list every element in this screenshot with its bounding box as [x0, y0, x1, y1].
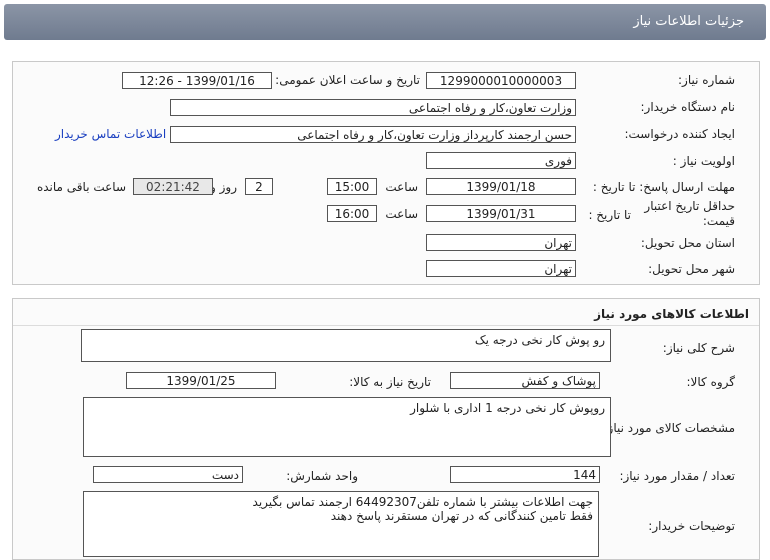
province-field[interactable]: تهران — [426, 234, 576, 251]
summary-field[interactable]: رو پوش کار نخی درجه یک — [81, 329, 611, 362]
announce-datetime-field[interactable]: 1399/01/16 - 12:26 — [122, 72, 272, 89]
city-label: شهر محل تحویل: — [648, 262, 735, 276]
creator-field[interactable]: حسن ارجمند کارپرداز وزارت تعاون،کار و رف… — [170, 126, 576, 143]
creator-label: ایجاد کننده درخواست: — [624, 127, 735, 141]
days-label: روز و — [210, 180, 237, 194]
summary-label: شرح کلی نیاز: — [662, 341, 735, 355]
validity-to-label: تا تاریخ : — [588, 208, 631, 222]
unit-label: واحد شمارش: — [286, 469, 358, 483]
validity-time-label: ساعت — [385, 207, 418, 221]
buyer-notes-line-2: فقط تامین کنندگانی که در تهران مستقرند پ… — [330, 509, 593, 523]
remaining-label: ساعت باقی مانده — [36, 180, 126, 194]
goods-group-label: گروه کالا: — [686, 375, 736, 389]
buyer-org-field[interactable]: وزارت تعاون،کار و رفاه اجتماعی — [170, 99, 576, 116]
quantity-label: تعداد / مقدار مورد نیاز: — [619, 469, 735, 483]
days-field[interactable]: 2 — [245, 178, 273, 195]
validity-date-field[interactable]: 1399/01/31 — [426, 205, 576, 222]
goods-panel: اطلاعات کالاهای مورد نیاز شرح کلی نیاز: … — [12, 298, 760, 560]
quantity-field[interactable]: 144 — [450, 466, 600, 483]
validity-label-2: قیمت: — [702, 214, 735, 228]
need-number-label: شماره نیاز: — [678, 73, 735, 87]
buyer-org-label: نام دستگاه خریدار: — [640, 100, 736, 114]
reply-time-label: ساعت — [385, 180, 418, 194]
page-header: جزئیات اطلاعات نیاز — [4, 4, 766, 40]
validity-time-field[interactable]: 16:00 — [327, 205, 377, 222]
remaining-time-field: 02:21:42 — [133, 178, 213, 195]
need-number-field[interactable]: 1299000010000003 — [426, 72, 576, 89]
city-field[interactable]: تهران — [426, 260, 576, 277]
priority-label: اولویت نیاز : — [672, 154, 735, 168]
buyer-contact-link[interactable]: اطلاعات تماس خریدار — [55, 127, 166, 141]
need-date-label: تاریخ نیاز به کالا: — [349, 375, 431, 389]
validity-label-1: حداقل تاریخ اعتبار — [644, 199, 735, 213]
unit-field[interactable]: دست — [93, 466, 243, 483]
buyer-notes-line-1: جهت اطلاعات بیشتر با شماره تلفن64492307 … — [252, 495, 593, 509]
specs-label: مشخصات کالای مورد نیاز: — [603, 421, 735, 435]
goods-section-title: اطلاعات کالاهای مورد نیاز — [594, 307, 749, 321]
announce-label: تاریخ و ساعت اعلان عمومی: — [275, 73, 420, 87]
priority-field[interactable]: فوری — [426, 152, 576, 169]
buyer-notes-field[interactable]: جهت اطلاعات بیشتر با شماره تلفن64492307 … — [83, 491, 599, 557]
page-title: جزئیات اطلاعات نیاز — [633, 14, 744, 29]
goods-group-field[interactable]: پوشاک و کفش — [450, 372, 600, 389]
reply-date-field[interactable]: 1399/01/18 — [426, 178, 576, 195]
section-divider — [13, 325, 759, 326]
reply-time-field[interactable]: 15:00 — [327, 178, 377, 195]
reply-deadline-label: مهلت ارسال پاسخ: تا تاریخ : — [592, 180, 735, 194]
buyer-notes-label: توضیحات خریدار: — [648, 519, 735, 533]
specs-field[interactable]: روپوش کار نخی درجه 1 اداری با شلوار — [83, 397, 611, 457]
need-date-field[interactable]: 1399/01/25 — [126, 372, 276, 389]
province-label: استان محل تحویل: — [640, 236, 735, 250]
need-details-panel: شماره نیاز: 1299000010000003 تاریخ و ساع… — [12, 61, 760, 285]
